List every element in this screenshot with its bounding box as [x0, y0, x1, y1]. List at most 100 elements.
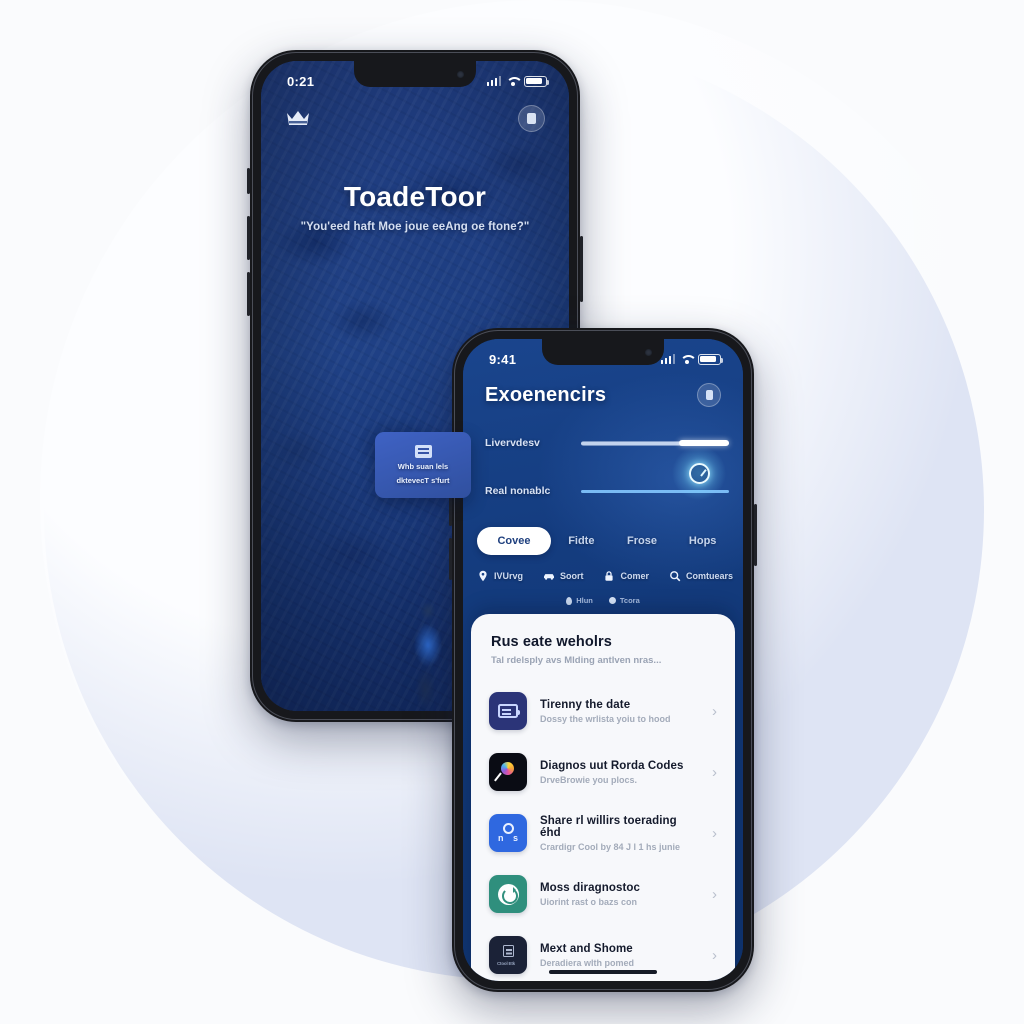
gauge-dial: [688, 462, 710, 484]
phone-power-button[interactable]: [754, 504, 757, 566]
lock-icon: [605, 571, 614, 581]
floating-info-card[interactable]: Whb suan lels dktevecT s'furt: [375, 432, 471, 498]
front-camera-icon: [645, 348, 652, 356]
list-item-text: Tirenny the date Dossy the wrlista yoiu …: [540, 699, 690, 724]
cellular-bars-icon: [486, 76, 501, 86]
phone-power-button[interactable]: [580, 236, 583, 302]
quick-action-label: Soort: [560, 571, 584, 581]
phone-two-header: Exoenencirs: [463, 383, 743, 407]
location-pin-icon: [479, 570, 487, 582]
list-item-subtitle: Deradiera wlth pomed: [540, 957, 635, 968]
profile-badge-icon[interactable]: [697, 383, 721, 407]
cellular-bars-icon: [660, 354, 675, 364]
car-battery-icon: [489, 692, 527, 730]
bottom-sheet-list: Tirenny the date Dossy the wrlista yoiu …: [471, 676, 735, 981]
phone-volume-down-button[interactable]: [449, 538, 452, 580]
chevron-right-icon[interactable]: ›: [703, 948, 717, 963]
status-indicators: [660, 353, 724, 365]
quick-action-label: Comer: [620, 571, 649, 581]
list-item-text: Mext and Shome Deradiera wlth pomed: [540, 943, 690, 968]
home-indicator[interactable]: [549, 969, 657, 974]
search-icon: [670, 571, 681, 582]
bottom-sheet-title: Rus eate weholrs: [491, 634, 612, 650]
list-item-subtitle: Crardigr Cool by 84 J l 1 hs junie: [540, 841, 681, 852]
battery-icon: [698, 353, 724, 365]
color-lollipop-icon: [489, 753, 527, 791]
document-card-icon: Ctool Etk: [489, 936, 527, 974]
phone-mockup-front: 9:41 Exoenencirs Livervdesv Real nonablc…: [449, 328, 757, 992]
hero-subtitle: "You'eed haft Moe joue eeAng oe ftone?": [300, 221, 530, 233]
legend-label: Tcora: [619, 596, 640, 605]
quick-action-label: IVUrvg: [494, 571, 524, 581]
tab-fidte[interactable]: Fidte: [551, 527, 612, 555]
phone-one-top-bar: [261, 105, 569, 132]
battery-icon: [524, 75, 550, 87]
quick-action-icon-row[interactable]: IVUrvg Soort Comer Comtuears: [477, 570, 733, 582]
list-item-subtitle: Dossy the wrlista yoiu to hood: [540, 713, 671, 724]
list-item[interactable]: Moss diragnostoc Uiorint rast o bazs con…: [471, 863, 735, 924]
screenshot-canvas: 0:21 ToadeToor "You'eed haft Moe joue ee…: [0, 0, 1024, 1024]
chevron-right-icon[interactable]: ›: [703, 704, 717, 719]
status-time: 9:41: [489, 351, 517, 367]
quick-action-label: Comtuears: [685, 571, 733, 581]
list-item-title: Moss diragnostoc: [540, 881, 641, 894]
bottom-sheet-subtitle: Tal rdelsply avs Mlding antlven nras...: [491, 655, 662, 666]
bottom-sheet-panel: Rus eate weholrs Tal rdelsply avs Mlding…: [471, 614, 735, 981]
bottom-sheet-header: Rus eate weholrs Tal rdelsply avs Mlding…: [471, 634, 735, 676]
list-item[interactable]: Tirenny the date Dossy the wrlista yoiu …: [471, 680, 735, 741]
list-item[interactable]: Diagnos uut Rorda Codes DrveBrowie you p…: [471, 741, 735, 802]
status-time: 0:21: [287, 73, 315, 89]
profile-badge-icon[interactable]: [518, 105, 545, 132]
list-item-text: Diagnos uut Rorda Codes DrveBrowie you p…: [540, 760, 690, 785]
list-item-text: Moss diragnostoc Uiorint rast o bazs con: [540, 882, 690, 907]
phone-volume-down-button[interactable]: [247, 272, 250, 316]
quick-action-soort[interactable]: Soort: [543, 570, 584, 582]
wifi-icon: [680, 354, 693, 364]
page-title: Exoenencirs: [485, 383, 607, 406]
segmented-tab-control[interactable]: Covee Fidte Frose Hops: [473, 527, 733, 555]
floating-card-line-one: Whb suan lels: [397, 462, 449, 472]
phone-two-screen: 9:41 Exoenencirs Livervdesv Real nonablc…: [463, 339, 743, 981]
front-camera-icon: [457, 70, 464, 78]
list-item[interactable]: ns Share rl willirs toerading éhd Crardi…: [471, 802, 735, 863]
legend-item-hlun: Hlun: [566, 596, 593, 605]
chevron-right-icon[interactable]: ›: [703, 765, 717, 780]
phone-mute-button[interactable]: [247, 168, 250, 194]
map-pin-icon: [566, 596, 573, 605]
quick-action-comer[interactable]: Comer: [603, 570, 649, 582]
slider-label: Livervdesv: [485, 437, 540, 449]
dot-icon: [608, 597, 616, 604]
chevron-right-icon[interactable]: ›: [703, 887, 717, 902]
wifi-icon: [506, 76, 519, 86]
quick-action-comtuears[interactable]: Comtuears: [669, 570, 733, 582]
list-item-title: Share rl willirs toerading éhd: [540, 814, 677, 839]
slider-fill: [581, 440, 688, 446]
floating-card-line-two: dktevecT s'furt: [396, 475, 450, 485]
list-item-title: Diagnos uut Rorda Codes: [540, 759, 684, 772]
crown-icon[interactable]: [285, 108, 311, 130]
tab-frose[interactable]: Frose: [612, 527, 673, 555]
list-item-text: Share rl willirs toerading éhd Crardigr …: [540, 815, 690, 852]
tab-hops[interactable]: Hops: [672, 527, 733, 555]
phone-notch: [354, 61, 476, 87]
status-indicators: [486, 75, 550, 87]
phone-volume-up-button[interactable]: [247, 216, 250, 260]
tab-covee[interactable]: Covee: [477, 527, 551, 555]
document-card-caption: Ctool Etk: [497, 961, 515, 966]
quick-action-ivurvg[interactable]: IVUrvg: [477, 570, 523, 582]
person-silhouette: [401, 601, 455, 711]
legend-dot-row: Hlun Tcora: [463, 596, 743, 605]
slider-label: Real nonablc: [485, 485, 551, 497]
chevron-right-icon[interactable]: ›: [703, 826, 717, 841]
legend-label: Hlun: [576, 596, 593, 605]
speedometer-gauge-icon: [671, 445, 727, 501]
card-image-icon: [414, 445, 432, 459]
list-item-title: Mext and Shome: [540, 942, 633, 955]
share-network-icon: ns: [489, 814, 527, 852]
refresh-diagnostic-icon: [489, 875, 527, 913]
slider-track[interactable]: [581, 439, 729, 446]
list-item-subtitle: Uiorint rast o bazs con: [540, 896, 638, 907]
phone-notch: [542, 339, 664, 365]
phone-one-hero-text: ToadeToor "You'eed haft Moe joue eeAng o…: [261, 181, 569, 233]
list-item-subtitle: DrveBrowie you plocs.: [540, 774, 638, 785]
